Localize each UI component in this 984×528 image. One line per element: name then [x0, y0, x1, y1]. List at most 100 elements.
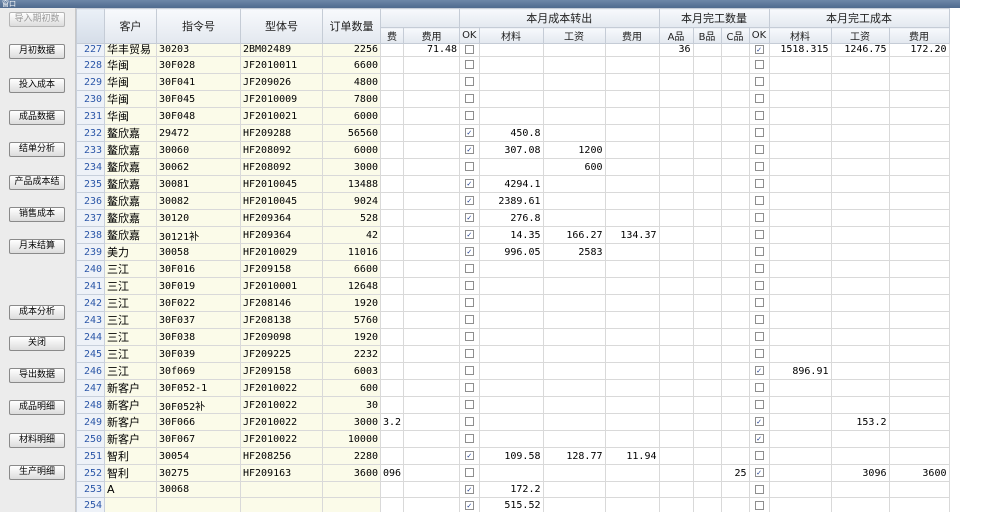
cell-wage2[interactable]: [830, 226, 890, 244]
ok-checkbox[interactable]: [464, 298, 474, 307]
cell-grade-b[interactable]: [692, 497, 722, 512]
cell-material2[interactable]: [768, 345, 832, 363]
cell-fee0[interactable]: [379, 396, 405, 414]
cell-order-no[interactable]: 30F052补: [156, 396, 241, 414]
cell-grade-c[interactable]: [720, 379, 750, 397]
cell-grade-c[interactable]: [720, 243, 750, 261]
cell-order-qty[interactable]: 7800: [322, 90, 381, 108]
cell-wage2[interactable]: [830, 447, 890, 465]
cell-wage2[interactable]: [830, 124, 890, 142]
cell-fee3[interactable]: [888, 362, 950, 380]
cell-ok1[interactable]: ✓: [459, 175, 480, 193]
col-header-ok2[interactable]: OK: [748, 27, 770, 44]
cell-grade-c[interactable]: [720, 141, 750, 159]
cell-customer[interactable]: 鳌欣嘉: [104, 175, 157, 193]
cell-fee3[interactable]: [888, 430, 950, 448]
cell-fee3[interactable]: [888, 481, 950, 498]
cell-order-no[interactable]: 30054: [156, 447, 241, 465]
cell-fee1[interactable]: [403, 328, 461, 346]
cell-order-qty[interactable]: 2232: [322, 345, 381, 363]
cell-ok2[interactable]: [748, 73, 770, 91]
cell-model-no[interactable]: JF2010022: [240, 413, 323, 431]
cell-model-no[interactable]: HF209364: [240, 226, 323, 244]
row-number[interactable]: 247: [76, 379, 105, 397]
cell-fee3[interactable]: [888, 124, 950, 142]
cell-ok2[interactable]: [748, 497, 770, 512]
cell-wage2[interactable]: [830, 311, 890, 329]
cell-order-no[interactable]: 30F039: [156, 345, 241, 363]
cell-customer[interactable]: 智利: [104, 447, 157, 465]
cell-grade-c[interactable]: [720, 56, 750, 74]
cell-customer[interactable]: 鳌欣嘉: [104, 192, 157, 210]
cell-ok2[interactable]: ✓: [748, 43, 770, 57]
cell-material2[interactable]: [768, 90, 832, 108]
cell-customer[interactable]: 新客户: [104, 413, 157, 431]
cell-order-no[interactable]: 30F067: [156, 430, 241, 448]
cell-fee0[interactable]: [379, 209, 405, 227]
cell-fee0[interactable]: [379, 243, 405, 261]
cell-customer[interactable]: 三江: [104, 328, 157, 346]
cell-fee2[interactable]: [604, 260, 660, 278]
row-number[interactable]: 238: [76, 226, 105, 244]
cell-material2[interactable]: [768, 311, 832, 329]
cell-ok1[interactable]: [459, 396, 480, 414]
ok-checkbox[interactable]: [754, 128, 764, 137]
ok-checkbox[interactable]: ✓: [464, 247, 474, 256]
col-header-ok1[interactable]: OK: [459, 27, 480, 44]
cell-order-no[interactable]: 30F045: [156, 90, 241, 108]
cell-order-no[interactable]: 30f069: [156, 362, 241, 380]
cell-ok1[interactable]: [459, 430, 480, 448]
ok-checkbox[interactable]: [754, 349, 764, 358]
cell-wage1[interactable]: [542, 294, 606, 312]
cell-order-no[interactable]: 30F022: [156, 294, 241, 312]
cell-fee1[interactable]: [403, 277, 461, 295]
cell-grade-c[interactable]: [720, 396, 750, 414]
ok-checkbox[interactable]: [464, 315, 474, 324]
cell-model-no[interactable]: JF2010021: [240, 107, 323, 125]
cell-ok2[interactable]: [748, 447, 770, 465]
cell-model-no[interactable]: JF209098: [240, 328, 323, 346]
cell-material1[interactable]: 450.8: [478, 124, 544, 142]
cell-customer[interactable]: 智利: [104, 464, 157, 482]
cell-grade-b[interactable]: [692, 328, 722, 346]
cell-model-no[interactable]: HF208092: [240, 141, 323, 159]
ok-checkbox[interactable]: [754, 383, 764, 392]
cell-wage2[interactable]: [830, 277, 890, 295]
cell-ok2[interactable]: [748, 124, 770, 142]
ok-checkbox[interactable]: [754, 230, 764, 239]
table-row[interactable]: 231 华闽 30F048 JF2010021 6000: [76, 107, 950, 125]
table-row[interactable]: 252 智利 30275 HF209163 3600 096 25 ✓ 3096 3600: [76, 464, 950, 482]
cell-grade-b[interactable]: [692, 192, 722, 210]
cell-model-no[interactable]: JF2010022: [240, 396, 323, 414]
cell-ok1[interactable]: [459, 345, 480, 363]
cell-ok2[interactable]: ✓: [748, 430, 770, 448]
ok-checkbox[interactable]: [754, 60, 764, 69]
col-header-wage1[interactable]: 工资: [542, 27, 606, 44]
row-number[interactable]: 254: [76, 497, 105, 512]
cell-material2[interactable]: [768, 124, 832, 142]
cell-model-no[interactable]: JF2010022: [240, 430, 323, 448]
cell-model-no[interactable]: JF209158: [240, 362, 323, 380]
cell-ok1[interactable]: ✓: [459, 141, 480, 159]
cell-grade-a[interactable]: [658, 107, 694, 125]
cell-grade-a[interactable]: [658, 345, 694, 363]
cell-fee1[interactable]: [403, 107, 461, 125]
sidebar-button-6[interactable]: 销售成本: [9, 207, 65, 222]
row-number[interactable]: 240: [76, 260, 105, 278]
cell-fee2[interactable]: [604, 464, 660, 482]
ok-checkbox[interactable]: [754, 213, 764, 222]
cell-order-qty[interactable]: 56560: [322, 124, 381, 142]
cell-material1[interactable]: [478, 56, 544, 74]
cell-wage1[interactable]: [542, 345, 606, 363]
sidebar-button-11[interactable]: 成品明细: [9, 400, 65, 415]
cell-customer[interactable]: 三江: [104, 294, 157, 312]
cell-material2[interactable]: [768, 175, 832, 193]
cell-order-qty[interactable]: 528: [322, 209, 381, 227]
cell-wage2[interactable]: [830, 294, 890, 312]
cell-wage1[interactable]: [542, 379, 606, 397]
sidebar-button-4[interactable]: 结单分析: [9, 142, 65, 157]
table-row[interactable]: 241 三江 30F019 JF2010001 12648: [76, 277, 950, 295]
cell-grade-c[interactable]: [720, 226, 750, 244]
cell-fee0[interactable]: [379, 43, 405, 57]
row-number[interactable]: 248: [76, 396, 105, 414]
